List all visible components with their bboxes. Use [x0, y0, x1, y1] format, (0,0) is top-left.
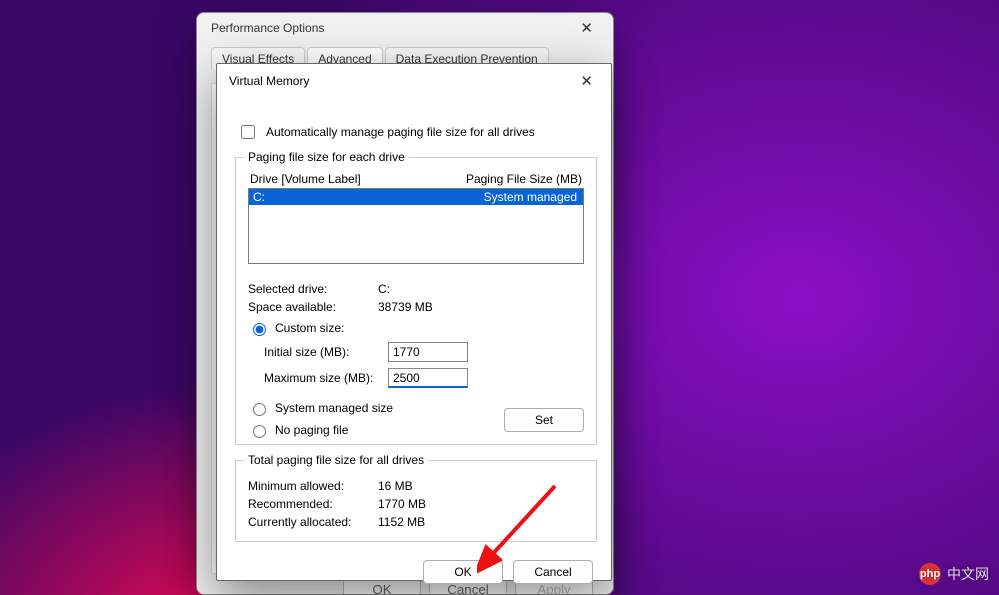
- recommended-row: Recommended: 1770 MB: [248, 497, 584, 511]
- auto-manage-label: Automatically manage paging file size fo…: [266, 125, 535, 139]
- totals-group: Total paging file size for all drives Mi…: [235, 453, 597, 542]
- selected-drive-row: Selected drive: C:: [248, 282, 584, 296]
- no-paging-radio[interactable]: [253, 425, 266, 438]
- cancel-button[interactable]: Cancel: [513, 560, 593, 584]
- space-available-label: Space available:: [248, 300, 378, 314]
- drive-group: Paging file size for each drive Drive [V…: [235, 150, 597, 445]
- auto-manage-row[interactable]: Automatically manage paging file size fo…: [237, 122, 597, 142]
- drive-row-c[interactable]: C: System managed: [249, 189, 583, 205]
- maximum-size-row: Maximum size (MB):: [248, 368, 584, 388]
- recommended-value: 1770 MB: [378, 497, 426, 511]
- initial-size-input[interactable]: [388, 342, 468, 362]
- custom-size-radio[interactable]: [253, 323, 266, 336]
- initial-size-label: Initial size (MB):: [264, 345, 376, 359]
- minimum-row: Minimum allowed: 16 MB: [248, 479, 584, 493]
- close-icon[interactable]: ✕: [570, 70, 603, 92]
- allocated-label: Currently allocated:: [248, 515, 378, 529]
- close-icon[interactable]: ✕: [570, 17, 603, 39]
- minimum-value: 16 MB: [378, 479, 413, 493]
- ok-button[interactable]: OK: [423, 560, 503, 584]
- space-available-value: 38739 MB: [378, 300, 433, 314]
- maximum-size-input[interactable]: [388, 368, 468, 388]
- system-managed-label: System managed size: [275, 401, 393, 415]
- watermark-text: 中文网: [947, 564, 989, 584]
- virtual-memory-window: Virtual Memory ✕ Automatically manage pa…: [216, 63, 612, 581]
- drive-cell-drive: C:: [253, 189, 265, 205]
- no-paging-label: No paging file: [275, 423, 348, 437]
- minimum-label: Minimum allowed:: [248, 479, 378, 493]
- auto-manage-checkbox[interactable]: [241, 125, 255, 139]
- dialog-title: Virtual Memory: [229, 74, 309, 88]
- drive-list-header: Drive [Volume Label] Paging File Size (M…: [248, 172, 584, 186]
- totals-legend: Total paging file size for all drives: [244, 453, 428, 467]
- drive-group-legend: Paging file size for each drive: [244, 150, 409, 164]
- watermark: php 中文网: [919, 563, 989, 585]
- allocated-value: 1152 MB: [378, 515, 425, 529]
- custom-size-label: Custom size:: [275, 321, 344, 335]
- system-managed-radio[interactable]: [253, 403, 266, 416]
- radio-custom-size[interactable]: Custom size:: [248, 320, 584, 336]
- selected-drive-value: C:: [378, 282, 390, 296]
- child-titlebar: Virtual Memory ✕: [217, 64, 611, 98]
- selected-drive-label: Selected drive:: [248, 282, 378, 296]
- space-available-row: Space available: 38739 MB: [248, 300, 584, 314]
- initial-size-row: Initial size (MB):: [248, 342, 584, 362]
- maximum-size-label: Maximum size (MB):: [264, 371, 376, 385]
- parent-titlebar: Performance Options ✕: [197, 13, 613, 45]
- recommended-label: Recommended:: [248, 497, 378, 511]
- drive-list[interactable]: C: System managed: [248, 188, 584, 264]
- set-button[interactable]: Set: [504, 408, 584, 432]
- dialog-buttons: OK Cancel: [217, 550, 611, 584]
- allocated-row: Currently allocated: 1152 MB: [248, 515, 584, 529]
- col-drive: Drive [Volume Label]: [250, 172, 361, 186]
- drive-cell-size: System managed: [484, 189, 577, 205]
- col-size: Paging File Size (MB): [466, 172, 582, 186]
- parent-title: Performance Options: [211, 21, 324, 35]
- watermark-logo-icon: php: [919, 563, 941, 585]
